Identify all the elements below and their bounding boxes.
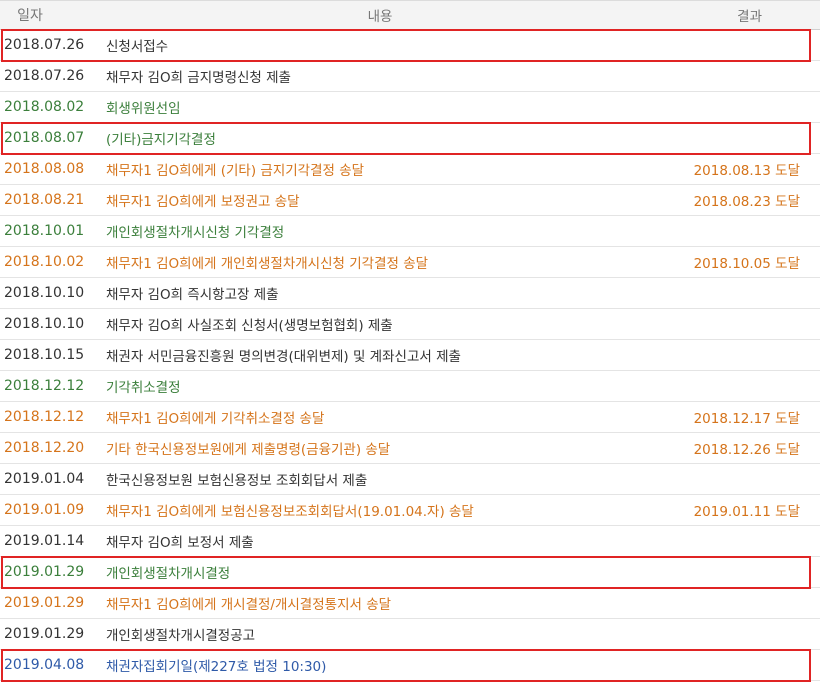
row-date: 2019.01.29 (4, 626, 85, 642)
row-date: 2019.01.29 (4, 564, 85, 580)
row-content: 채무자1 김O희에게 보험신용정보조회회답서(19.01.04.자) 송달 (106, 504, 474, 520)
table-row: 2018.08.02 회생위원선임 (0, 92, 820, 123)
table-row: 2018.07.26 채무자 김O희 금지명령신청 제출 (0, 61, 820, 92)
row-content: 기각취소결정 (106, 380, 181, 396)
row-date: 2018.10.10 (4, 285, 85, 301)
row-date: 2019.01.09 (4, 502, 85, 518)
row-content: 개인회생절차개시결정공고 (106, 628, 256, 644)
row-date: 2018.08.02 (4, 99, 85, 115)
table-row: 2018.12.12 채무자1 김O희에게 기각취소결정 송달 2018.12.17… (0, 402, 820, 433)
row-date: 2018.08.08 (4, 161, 85, 177)
row-date: 2019.01.04 (4, 471, 85, 487)
table-row: 2019.01.14 채무자 김O희 보정서 제출 (0, 526, 820, 557)
row-content: 채권자 서민금융진흥원 명의변경(대위변제) 및 계좌신고서 제출 (106, 349, 461, 365)
table-row: 2019.01.09 채무자1 김O희에게 보험신용정보조회회답서(19.01.0… (0, 495, 820, 526)
row-result: 2018.08.13 도달 (693, 163, 800, 179)
column-header-date: 일자 (17, 8, 43, 24)
table-row: 2018.12.20 기타 한국신용정보원에게 제출명령(금융기관) 송달 2018… (0, 433, 820, 464)
table-row: 2019.01.29 개인회생절차개시결정 (0, 557, 820, 588)
table-row: 2018.08.21 채무자1 김O희에게 보정권고 송달 2018.08.23 도… (0, 185, 820, 216)
table-row: 2018.10.10 채무자 김O희 즉시항고장 제출 (0, 278, 820, 309)
table-row: 2019.04.08 채권자집회기일(제227호 법정 10:30) (0, 650, 820, 681)
table-row: 2018.07.26 신청서접수 (0, 30, 820, 61)
table-row: 2018.08.08 채무자1 김O희에게 (기타) 금지기각결정 송달 2018.… (0, 154, 820, 185)
row-content: 개인회생절차개시신청 기각결정 (106, 225, 285, 241)
row-result: 2019.01.11 도달 (693, 504, 800, 520)
row-date: 2018.12.12 (4, 409, 85, 425)
row-date: 2018.08.07 (4, 130, 85, 146)
table-row: 2018.10.01 개인회생절차개시신청 기각결정 (0, 216, 820, 247)
table-row: 2019.01.04 한국신용정보원 보험신용정보 조회회답서 제출 (0, 464, 820, 495)
row-result: 2018.12.17 도달 (693, 411, 800, 427)
row-date: 2018.10.15 (4, 347, 85, 363)
table-body: 2018.07.26 신청서접수 2018.07.26 채무자 김O희 금지명령신청 … (0, 30, 820, 681)
row-content: 채권자집회기일(제227호 법정 10:30) (106, 659, 327, 675)
table-header: 일자 내용 결과 (0, 0, 820, 30)
column-header-result: 결과 (737, 9, 762, 25)
row-date: 2018.10.02 (4, 254, 85, 270)
table-row: 2018.08.07 (기타)금지기각결정 (0, 123, 820, 154)
row-result: 2018.08.23 도달 (693, 194, 800, 210)
row-content: 기타 한국신용정보원에게 제출명령(금융기관) 송달 (106, 442, 391, 458)
row-date: 2019.04.08 (4, 657, 85, 673)
table-row: 2018.10.10 채무자 김O희 사실조회 신청서(생명보험협회) 제출 (0, 309, 820, 340)
row-content: (기타)금지기각결정 (106, 132, 216, 148)
row-content: 채무자1 김O희에게 개인회생절차개시신청 기각결정 송달 (106, 256, 429, 272)
row-date: 2018.12.20 (4, 440, 85, 456)
table-row: 2018.10.15 채권자 서민금융진흥원 명의변경(대위변제) 및 계좌신고서… (0, 340, 820, 371)
row-date: 2019.01.14 (4, 533, 85, 549)
row-date: 2018.08.21 (4, 192, 85, 208)
row-date: 2018.12.12 (4, 378, 85, 394)
table-row: 2019.01.29 개인회생절차개시결정공고 (0, 619, 820, 650)
row-content: 한국신용정보원 보험신용정보 조회회답서 제출 (106, 473, 368, 489)
column-header-content: 내용 (367, 9, 393, 25)
row-content: 채무자 김O희 사실조회 신청서(생명보험협회) 제출 (106, 318, 393, 334)
row-content: 신청서접수 (106, 39, 169, 55)
row-content: 채무자 김O희 보정서 제출 (106, 535, 254, 551)
row-date: 2018.10.01 (4, 223, 85, 239)
table-row: 2018.10.02 채무자1 김O희에게 개인회생절차개시신청 기각결정 송달 2… (0, 247, 820, 278)
row-content: 채무자1 김O희에게 보정권고 송달 (106, 194, 300, 210)
row-content: 채무자1 김O희에게 기각취소결정 송달 (106, 411, 325, 427)
table-row: 2018.12.12 기각취소결정 (0, 371, 820, 402)
case-progress-table: 일자 내용 결과 2018.07.26 신청서접수 2018.07.26 채무자 김O… (0, 0, 820, 682)
row-date: 2018.10.10 (4, 316, 85, 332)
row-content: 채무자 김O희 금지명령신청 제출 (106, 70, 291, 86)
row-date: 2018.07.26 (4, 37, 85, 53)
row-content: 회생위원선임 (106, 101, 181, 117)
row-result: 2018.12.26 도달 (693, 442, 800, 458)
row-content: 채무자1 김O희에게 개시결정/개시결정통지서 송달 (106, 597, 392, 613)
row-result: 2018.10.05 도달 (693, 256, 800, 272)
row-content: 채무자 김O희 즉시항고장 제출 (106, 287, 279, 303)
row-date: 2019.01.29 (4, 595, 85, 611)
row-content: 채무자1 김O희에게 (기타) 금지기각결정 송달 (106, 163, 365, 179)
table-row: 2019.01.29 채무자1 김O희에게 개시결정/개시결정통지서 송달 (0, 588, 820, 619)
row-date: 2018.07.26 (4, 68, 85, 84)
row-content: 개인회생절차개시결정 (106, 566, 231, 582)
